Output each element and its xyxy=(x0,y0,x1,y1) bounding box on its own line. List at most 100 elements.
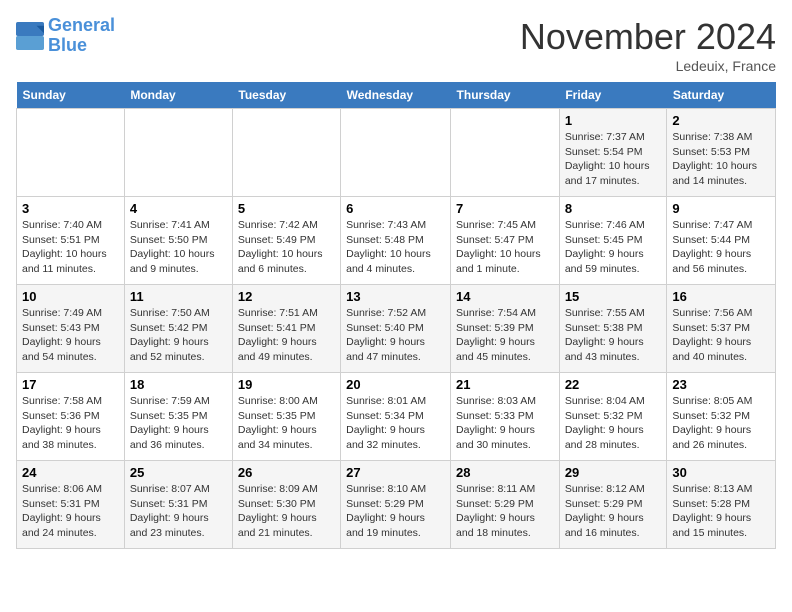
day-number: 12 xyxy=(238,289,335,304)
day-number: 26 xyxy=(238,465,335,480)
week-row-5: 24 Sunrise: 8:06 AM Sunset: 5:31 PM Dayli… xyxy=(17,461,776,549)
day-info: Sunrise: 7:54 AM Sunset: 5:39 PM Dayligh… xyxy=(456,306,554,365)
day-number: 1 xyxy=(565,113,662,128)
week-row-1: 1Sunrise: 7:37 AM Sunset: 5:54 PM Daylig… xyxy=(17,109,776,197)
day-info: Sunrise: 7:49 AM Sunset: 5:43 PM Dayligh… xyxy=(22,306,119,365)
day-number: 22 xyxy=(565,377,662,392)
day-info: Sunrise: 8:04 AM Sunset: 5:32 PM Dayligh… xyxy=(565,394,662,453)
page-header: General Blue November 2024 Ledeuix, Fran… xyxy=(16,16,776,74)
weekday-header-friday: Friday xyxy=(559,82,667,109)
day-info: Sunrise: 7:45 AM Sunset: 5:47 PM Dayligh… xyxy=(456,218,554,277)
day-number: 17 xyxy=(22,377,119,392)
day-number: 7 xyxy=(456,201,554,216)
calendar-cell: 27Sunrise: 8:10 AM Sunset: 5:29 PM Dayli… xyxy=(341,461,451,549)
calendar-cell: 26 Sunrise: 8:09 AM Sunset: 5:30 PM Dayli… xyxy=(232,461,340,549)
calendar-cell: 9Sunrise: 7:47 AM Sunset: 5:44 PM Daylig… xyxy=(667,197,776,285)
day-info: Sunrise: 7:43 AM Sunset: 5:48 PM Dayligh… xyxy=(346,218,445,277)
day-number: 20 xyxy=(346,377,445,392)
day-info: Sunrise: 7:50 AM Sunset: 5:42 PM Dayligh… xyxy=(130,306,227,365)
calendar-cell: 14 Sunrise: 7:54 AM Sunset: 5:39 PM Dayli… xyxy=(451,285,560,373)
calendar-cell: 1Sunrise: 7:37 AM Sunset: 5:54 PM Daylig… xyxy=(559,109,667,197)
day-info: Sunrise: 7:51 AM Sunset: 5:41 PM Dayligh… xyxy=(238,306,335,365)
day-info: Sunrise: 8:09 AM Sunset: 5:30 PM Dayligh… xyxy=(238,482,335,541)
calendar-cell: 7 Sunrise: 7:45 AM Sunset: 5:47 PM Daylig… xyxy=(451,197,560,285)
day-number: 8 xyxy=(565,201,662,216)
day-info: Sunrise: 8:01 AM Sunset: 5:34 PM Dayligh… xyxy=(346,394,445,453)
weekday-header-row: SundayMondayTuesdayWednesdayThursdayFrid… xyxy=(17,82,776,109)
calendar-cell: 6 Sunrise: 7:43 AM Sunset: 5:48 PM Daylig… xyxy=(341,197,451,285)
calendar-cell xyxy=(341,109,451,197)
calendar-cell xyxy=(17,109,125,197)
calendar-cell: 28 Sunrise: 8:11 AM Sunset: 5:29 PM Dayli… xyxy=(451,461,560,549)
day-number: 30 xyxy=(672,465,770,480)
title-block: November 2024 Ledeuix, France xyxy=(520,16,776,74)
day-info: Sunrise: 8:06 AM Sunset: 5:31 PM Dayligh… xyxy=(22,482,119,541)
calendar-cell: 16Sunrise: 7:56 AM Sunset: 5:37 PM Dayli… xyxy=(667,285,776,373)
day-number: 11 xyxy=(130,289,227,304)
day-info: Sunrise: 7:58 AM Sunset: 5:36 PM Dayligh… xyxy=(22,394,119,453)
calendar-cell: 10 Sunrise: 7:49 AM Sunset: 5:43 PM Dayli… xyxy=(17,285,125,373)
day-info: Sunrise: 7:40 AM Sunset: 5:51 PM Dayligh… xyxy=(22,218,119,277)
calendar-cell: 4 Sunrise: 7:41 AM Sunset: 5:50 PM Daylig… xyxy=(124,197,232,285)
calendar-cell: 20 Sunrise: 8:01 AM Sunset: 5:34 PM Dayli… xyxy=(341,373,451,461)
calendar-cell xyxy=(232,109,340,197)
day-number: 28 xyxy=(456,465,554,480)
calendar-cell: 8 Sunrise: 7:46 AM Sunset: 5:45 PM Daylig… xyxy=(559,197,667,285)
calendar-cell: 24 Sunrise: 8:06 AM Sunset: 5:31 PM Dayli… xyxy=(17,461,125,549)
day-number: 27 xyxy=(346,465,445,480)
day-number: 13 xyxy=(346,289,445,304)
day-number: 16 xyxy=(672,289,770,304)
calendar-cell: 22 Sunrise: 8:04 AM Sunset: 5:32 PM Dayli… xyxy=(559,373,667,461)
calendar-cell: 5 Sunrise: 7:42 AM Sunset: 5:49 PM Daylig… xyxy=(232,197,340,285)
day-number: 4 xyxy=(130,201,227,216)
calendar-cell xyxy=(124,109,232,197)
calendar-cell: 30 Sunrise: 8:13 AM Sunset: 5:28 PM Dayli… xyxy=(667,461,776,549)
day-number: 23 xyxy=(672,377,770,392)
calendar-cell: 23Sunrise: 8:05 AM Sunset: 5:32 PM Dayli… xyxy=(667,373,776,461)
calendar-cell: 3 Sunrise: 7:40 AM Sunset: 5:51 PM Daylig… xyxy=(17,197,125,285)
day-info: Sunrise: 8:11 AM Sunset: 5:29 PM Dayligh… xyxy=(456,482,554,541)
day-info: Sunrise: 8:13 AM Sunset: 5:28 PM Dayligh… xyxy=(672,482,770,541)
day-number: 15 xyxy=(565,289,662,304)
weekday-header-monday: Monday xyxy=(124,82,232,109)
day-number: 5 xyxy=(238,201,335,216)
calendar-cell: 19 Sunrise: 8:00 AM Sunset: 5:35 PM Dayli… xyxy=(232,373,340,461)
day-info: Sunrise: 7:47 AM Sunset: 5:44 PM Dayligh… xyxy=(672,218,770,277)
day-number: 18 xyxy=(130,377,227,392)
day-info: Sunrise: 8:00 AM Sunset: 5:35 PM Dayligh… xyxy=(238,394,335,453)
calendar-cell: 2Sunrise: 7:38 AM Sunset: 5:53 PM Daylig… xyxy=(667,109,776,197)
calendar-cell: 18 Sunrise: 7:59 AM Sunset: 5:35 PM Dayli… xyxy=(124,373,232,461)
day-info: Sunrise: 7:41 AM Sunset: 5:50 PM Dayligh… xyxy=(130,218,227,277)
day-number: 6 xyxy=(346,201,445,216)
calendar-cell: 21Sunrise: 8:03 AM Sunset: 5:33 PM Dayli… xyxy=(451,373,560,461)
calendar-cell: 25 Sunrise: 8:07 AM Sunset: 5:31 PM Dayli… xyxy=(124,461,232,549)
day-number: 3 xyxy=(22,201,119,216)
week-row-4: 17 Sunrise: 7:58 AM Sunset: 5:36 PM Dayli… xyxy=(17,373,776,461)
day-info: Sunrise: 7:42 AM Sunset: 5:49 PM Dayligh… xyxy=(238,218,335,277)
day-info: Sunrise: 7:46 AM Sunset: 5:45 PM Dayligh… xyxy=(565,218,662,277)
weekday-header-sunday: Sunday xyxy=(17,82,125,109)
logo-text: General Blue xyxy=(48,16,115,56)
calendar-cell: 12 Sunrise: 7:51 AM Sunset: 5:41 PM Dayli… xyxy=(232,285,340,373)
day-info: Sunrise: 7:55 AM Sunset: 5:38 PM Dayligh… xyxy=(565,306,662,365)
day-info: Sunrise: 8:07 AM Sunset: 5:31 PM Dayligh… xyxy=(130,482,227,541)
logo: General Blue xyxy=(16,16,115,56)
week-row-2: 3 Sunrise: 7:40 AM Sunset: 5:51 PM Daylig… xyxy=(17,197,776,285)
day-number: 10 xyxy=(22,289,119,304)
day-info: Sunrise: 7:52 AM Sunset: 5:40 PM Dayligh… xyxy=(346,306,445,365)
day-number: 14 xyxy=(456,289,554,304)
day-number: 25 xyxy=(130,465,227,480)
day-number: 19 xyxy=(238,377,335,392)
day-number: 24 xyxy=(22,465,119,480)
weekday-header-wednesday: Wednesday xyxy=(341,82,451,109)
calendar-table: SundayMondayTuesdayWednesdayThursdayFrid… xyxy=(16,82,776,549)
day-info: Sunrise: 8:12 AM Sunset: 5:29 PM Dayligh… xyxy=(565,482,662,541)
calendar-cell: 29Sunrise: 8:12 AM Sunset: 5:29 PM Dayli… xyxy=(559,461,667,549)
logo-line1: General xyxy=(48,15,115,35)
weekday-header-tuesday: Tuesday xyxy=(232,82,340,109)
week-row-3: 10 Sunrise: 7:49 AM Sunset: 5:43 PM Dayli… xyxy=(17,285,776,373)
day-info: Sunrise: 7:59 AM Sunset: 5:35 PM Dayligh… xyxy=(130,394,227,453)
weekday-header-thursday: Thursday xyxy=(451,82,560,109)
month-title: November 2024 xyxy=(520,16,776,58)
day-number: 21 xyxy=(456,377,554,392)
